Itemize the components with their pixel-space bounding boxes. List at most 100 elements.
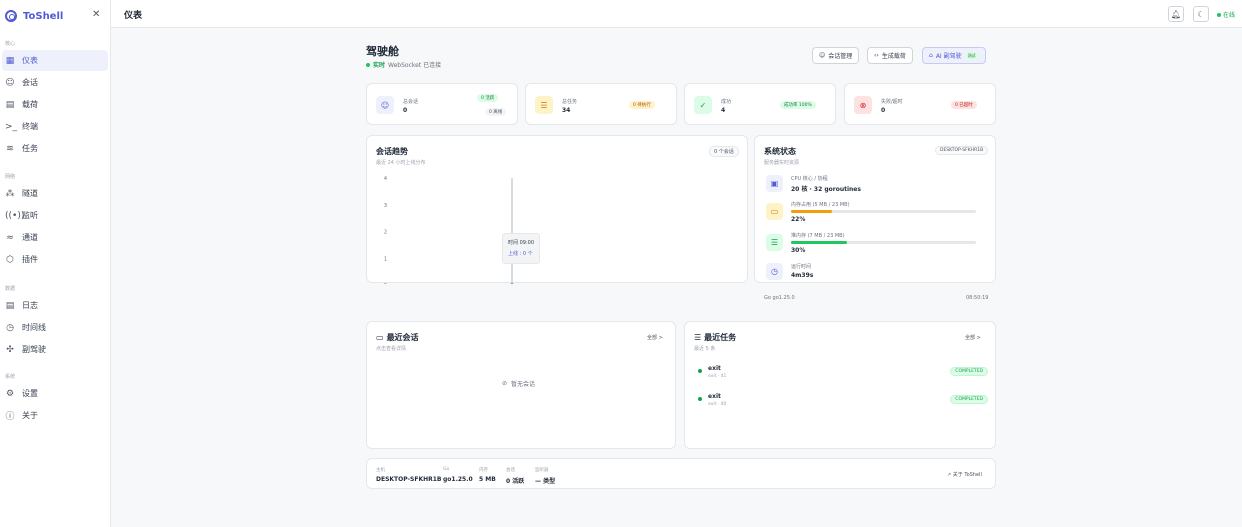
footer-info-bar: 主机 DESKTOP-SFKHR1B Go go1.25.0 内存 5 MB 会… [366,458,996,489]
sidebar-item-timeline[interactable]: ◷ 时间线 [2,317,108,338]
stat-label: 失败/超时 [881,99,903,105]
tooltip-value: 上线 : 0 个 [508,251,533,257]
trend-chart-svg: 0123403:0006:0009:0012:001:2221:22 [384,176,514,284]
brand-name: ToShell [23,10,64,22]
stat-label: 总会话 [403,99,419,105]
bot-icon: ⌂ [929,52,933,59]
card-title: 系统状态 [764,147,796,156]
bell-icon: 🔔︎ [1170,9,1182,19]
x-circle-icon: ⊗ [854,96,872,114]
sidebar-item-dashboard[interactable]: ▦ 仪表 [2,50,108,71]
sidebar-item-label: 日志 [22,301,38,310]
cpu-label: CPU 核心 / 协程 [791,176,828,182]
view-all-sessions-link[interactable]: 全部 > [647,334,663,341]
task-meta: exit · 40 [708,402,727,407]
sidebar-item-tasks[interactable]: ≋ 任务 [2,138,108,159]
stat-pill: 0 待执行 [629,101,655,109]
memory-icon: ▭ [766,203,783,220]
sidebar: ToShell ✕ 核心 ▦ 仪表 ☺ 会话 ▤ 载荷 >_ 终端 ≋ 任务 网络 ⁂ 隧道… [0,0,111,527]
data-point[interactable] [510,283,514,284]
list-icon: ☰ [535,96,553,114]
ai-copilot-button[interactable]: ⌂ AI 副驾驶 测试 [922,47,986,64]
sidebar-item-tunnels[interactable]: ⁂ 隧道 [2,183,108,204]
stat-value: 0 [881,107,886,114]
moon-icon: ☾ [1197,9,1205,19]
notification-button[interactable]: 🔔︎ [1168,6,1184,22]
theme-toggle-button[interactable]: ☾ [1193,6,1209,22]
stat-card-failed[interactable]: ⊗ 失败/超时 0 0 已超时 [844,83,996,125]
status-dot [698,369,702,373]
sidebar-item-channels[interactable]: ≈ 通道 [2,227,108,248]
terminal-icon: >_ [5,121,18,132]
memory-value: 22% [791,216,806,223]
code-icon: ‹› [874,52,879,59]
footer-mem-value: 5 MB [479,476,496,483]
card-subtitle: 最近 5 条 [694,346,716,352]
y-tick-label: 4 [384,176,387,182]
task-row[interactable]: exit exit · 41 COMPLETED [698,363,988,385]
sidebar-item-label: 终端 [22,122,38,131]
y-tick-label: 3 [384,203,387,209]
chart-tooltip: 时间 09:00 上线 : 0 个 [502,233,540,264]
sidebar-item-sessions[interactable]: ☺ 会话 [2,72,108,93]
footer-listener-label: 监听器 [535,468,549,473]
sidebar-item-copilot[interactable]: ✣ 副驾驶 [2,339,108,360]
stat-card-tasks[interactable]: ☰ 总任务 34 0 待执行 [525,83,677,125]
footer-sessions-value: 0 活跃 [506,478,525,485]
server-icon: ☰ [766,234,783,251]
tooltip-time: 时间 09:00 [508,240,534,246]
footer-listener-value: — 类型 [535,478,556,485]
sidebar-item-label: 会话 [22,78,38,87]
stat-pill: 成功率 100% [780,101,816,109]
ws-status: WebSocket 已连接 [388,62,442,69]
online-status: 在线 [1217,10,1235,19]
logo-icon [5,10,17,22]
sidebar-item-logs[interactable]: ▤ 日志 [2,295,108,316]
log-icon: ▤ [5,300,15,311]
list-icon: ☰ [694,333,702,342]
session-manage-button[interactable]: ☺ 会话管理 [812,47,860,64]
stat-card-sessions[interactable]: ☺ 总会话 0 0 活跃 0 离线 [366,83,518,125]
clock-icon: ◷ [766,263,783,280]
footer-host-value: DESKTOP-SFKHR1B [376,476,442,483]
y-tick-label: 2 [384,230,387,236]
stat-card-success[interactable]: ✓ 成功 4 成功率 100% [684,83,836,125]
sidebar-item-label: 副驾驶 [22,345,46,354]
sidebar-item-payloads[interactable]: ▤ 载荷 [2,94,108,115]
sidebar-item-label: 插件 [22,255,38,264]
about-toshell-link[interactable]: ↗ 关于 ToShell [947,471,982,478]
memory-bar-fill [791,210,832,213]
task-row[interactable]: exit exit · 40 COMPLETED [698,391,988,413]
stat-value: 34 [562,107,571,114]
heap-bar-fill [791,241,847,244]
monitor-icon: ▭ [376,333,384,342]
stat-label: 总任务 [562,99,578,105]
sidebar-item-label: 任务 [22,144,38,153]
radio-icon: ((•)) [5,210,25,221]
memory-label: 内存占用 (5 MB / 23 MB) [791,202,850,208]
sidebar-item-label: 时间线 [22,323,46,332]
cpu-value: 20 核 · 32 goroutines [791,186,861,193]
sidebar-item-plugins[interactable]: ⬡ 插件 [2,249,108,270]
system-footer-go: Go go1.25.0 [764,295,795,301]
empty-state: ⊘ 暂无会话 [502,379,535,388]
button-label: 生成载荷 [881,53,906,60]
sidebar-item-label: 载荷 [22,100,38,109]
generate-payload-button[interactable]: ‹› 生成载荷 [867,47,913,64]
sidebar-item-label: 设置 [22,389,38,398]
file-icon: ▤ [5,99,15,110]
beta-badge: 测试 [964,51,979,60]
sidebar-item-terminal[interactable]: >_ 终端 [2,116,108,137]
sidebar-item-label: 通道 [22,233,38,242]
sidebar-item-listeners[interactable]: ((•)) 监听 [2,205,108,226]
live-dot [366,62,370,67]
task-status-badge: COMPLETED [950,395,988,404]
host-tag: DESKTOP-SFKHR1B [935,146,989,155]
check-icon: ✓ [694,96,712,114]
view-all-tasks-link[interactable]: 全部 > [965,334,981,341]
sidebar-item-about[interactable]: ⓘ 关于 [2,405,108,426]
sparkle-icon: ✣ [6,344,14,355]
status-dot [698,397,702,401]
close-icon[interactable]: ✕ [92,9,100,20]
sidebar-item-settings[interactable]: ⚙ 设置 [2,383,108,404]
